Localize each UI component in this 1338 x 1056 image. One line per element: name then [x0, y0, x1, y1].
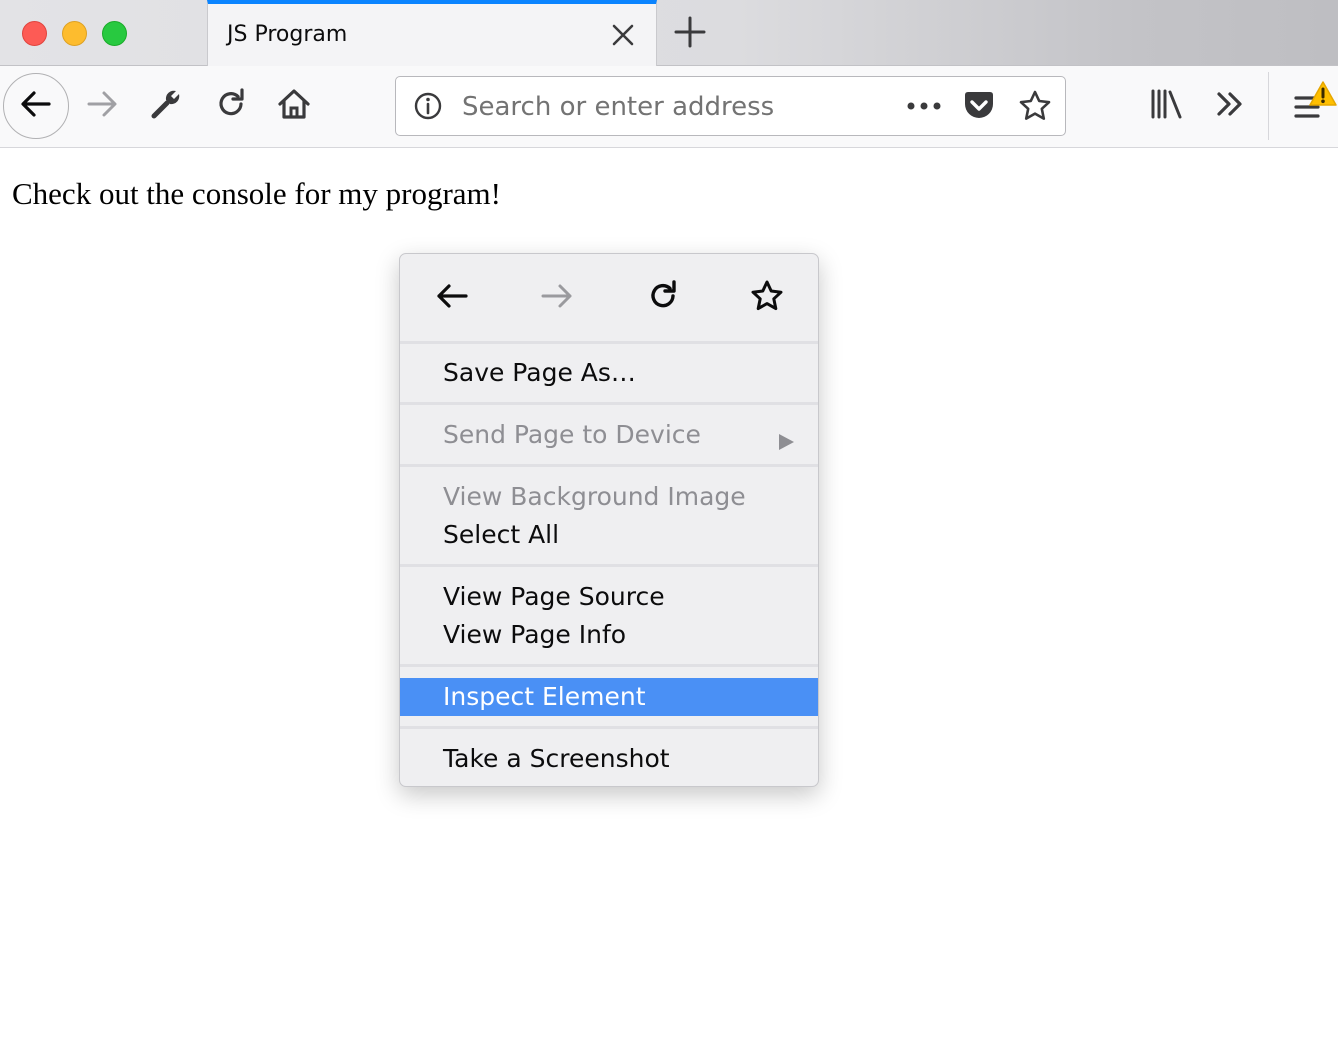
- context-menu: Save Page As… Send Page to Device View B…: [399, 253, 819, 787]
- app-menu-button[interactable]: [1288, 80, 1338, 130]
- reload-icon: [214, 87, 248, 125]
- url-input[interactable]: [460, 85, 884, 129]
- plus-icon[interactable]: [672, 14, 708, 50]
- reload-icon[interactable]: [643, 276, 683, 316]
- menu-separator: [400, 726, 818, 729]
- window-close-button[interactable]: [22, 21, 47, 46]
- info-icon[interactable]: [414, 92, 442, 124]
- tab-js-program[interactable]: JS Program: [207, 0, 657, 66]
- menu-separator: [400, 564, 818, 567]
- page-body-text: Check out the console for my program!: [12, 176, 501, 211]
- menu-separator: [400, 464, 818, 467]
- menu-separator: [400, 664, 818, 667]
- menu-item-view-page-source[interactable]: View Page Source: [400, 578, 818, 616]
- tools-button[interactable]: [146, 86, 186, 126]
- home-icon: [277, 87, 311, 125]
- menu-item-send-page-to-device[interactable]: Send Page to Device: [400, 416, 818, 454]
- overflow-button[interactable]: [1210, 86, 1250, 126]
- forward-button[interactable]: [82, 86, 122, 126]
- back-arrow-icon[interactable]: [432, 276, 472, 316]
- more-dots-icon[interactable]: [906, 97, 942, 119]
- pocket-icon[interactable]: [962, 89, 996, 127]
- context-menu-nav-row: [400, 254, 818, 342]
- close-icon[interactable]: [608, 20, 638, 50]
- menu-item-label: Send Page to Device: [443, 420, 701, 449]
- tab-strip: JS Program: [0, 0, 1338, 66]
- tab-title: JS Program: [227, 22, 348, 47]
- window-zoom-button[interactable]: [102, 21, 127, 46]
- menu-item-view-background-image[interactable]: View Background Image: [400, 478, 818, 516]
- menu-separator: [400, 402, 818, 405]
- menu-separator: [400, 341, 818, 344]
- back-arrow-icon: [18, 86, 54, 126]
- url-bar[interactable]: [395, 76, 1066, 136]
- warning-icon: [1308, 80, 1338, 111]
- wrench-icon: [149, 87, 183, 125]
- library-button[interactable]: [1146, 86, 1186, 126]
- back-button[interactable]: [3, 73, 69, 139]
- forward-arrow-icon[interactable]: [537, 276, 577, 316]
- menu-item-select-all[interactable]: Select All: [400, 516, 818, 554]
- menu-item-save-page-as[interactable]: Save Page As…: [400, 354, 818, 392]
- bookmark-star-icon[interactable]: [747, 276, 787, 316]
- menu-item-view-page-info[interactable]: View Page Info: [400, 616, 818, 654]
- forward-arrow-icon: [84, 86, 120, 126]
- toolbar-separator: [1268, 72, 1269, 140]
- overflow-chevron-icon: [1213, 87, 1247, 125]
- menu-item-inspect-element[interactable]: Inspect Element: [400, 678, 818, 716]
- bookmark-star-icon[interactable]: [1018, 89, 1052, 127]
- library-icon: [1148, 87, 1184, 125]
- window-minimize-button[interactable]: [62, 21, 87, 46]
- home-button[interactable]: [274, 86, 314, 126]
- menu-item-take-screenshot[interactable]: Take a Screenshot: [400, 740, 818, 778]
- reload-button[interactable]: [211, 86, 251, 126]
- submenu-arrow-icon: [776, 425, 796, 450]
- nav-bar: [0, 66, 1338, 148]
